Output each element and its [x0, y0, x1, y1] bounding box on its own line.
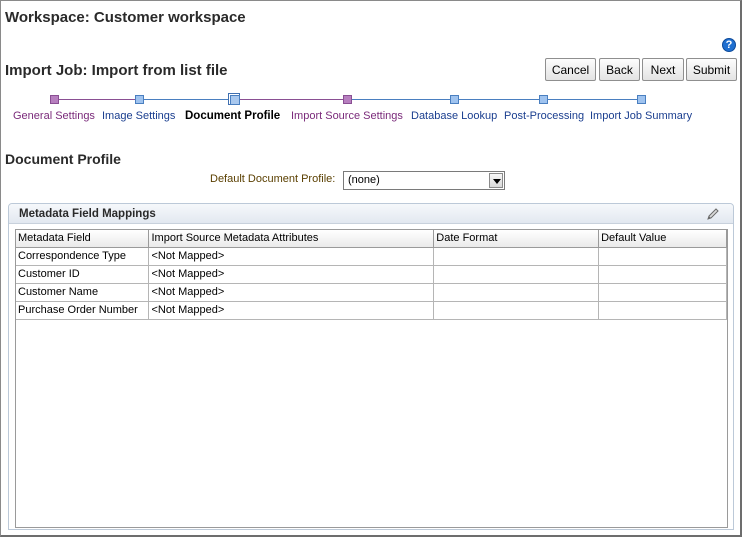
table-row[interactable]: Purchase Order Number <Not Mapped> [16, 300, 727, 320]
default-document-profile-select[interactable]: (none) [343, 171, 505, 190]
train-stop-general-settings[interactable] [50, 95, 59, 104]
edit-pencil-icon[interactable] [705, 206, 721, 222]
select-value: (none) [348, 174, 380, 186]
panel-header: Metadata Field Mappings [9, 204, 733, 224]
train-connector [240, 99, 343, 100]
submit-button[interactable]: Submit [686, 58, 737, 81]
table-row[interactable]: Customer ID <Not Mapped> [16, 264, 727, 284]
column-header-date-format[interactable]: Date Format [433, 230, 600, 248]
page-title: Import Job: Import from list file [5, 62, 228, 79]
train-stop-document-profile [228, 93, 240, 105]
train-stop-image-settings[interactable] [135, 95, 144, 104]
workspace-title: Workspace: Customer workspace [5, 9, 246, 26]
train-connector [459, 99, 539, 100]
train-label-import-job-summary[interactable]: Import Job Summary [590, 110, 692, 122]
source-attribute-cell[interactable]: <Not Mapped> [148, 264, 435, 284]
metadata-field-cell: Customer Name [16, 282, 150, 302]
train-stop-import-job-summary[interactable] [637, 95, 646, 104]
column-header-import-source-attributes[interactable]: Import Source Metadata Attributes [148, 230, 435, 248]
metadata-field-cell: Correspondence Type [16, 246, 150, 266]
column-header-metadata-field[interactable]: Metadata Field [16, 230, 150, 248]
train-stop-import-source-settings[interactable] [343, 95, 352, 104]
default-value-cell[interactable] [598, 264, 727, 284]
metadata-field-cell: Purchase Order Number [16, 300, 150, 320]
train-connector [59, 99, 139, 100]
train-connector [144, 99, 229, 100]
mappings-table: Metadata Field Import Source Metadata At… [16, 230, 727, 320]
train-label-post-processing[interactable]: Post-Processing [504, 110, 584, 122]
train-label-import-source-settings[interactable]: Import Source Settings [291, 110, 403, 122]
train-label-image-settings[interactable]: Image Settings [102, 110, 175, 122]
metadata-field-mappings-panel: Metadata Field Mappings Metadata Field I… [8, 203, 734, 530]
next-button[interactable]: Next [642, 58, 684, 81]
default-value-cell[interactable] [598, 246, 727, 266]
table-row[interactable]: Correspondence Type <Not Mapped> [16, 246, 727, 266]
default-document-profile-label: Default Document Profile: [210, 173, 336, 185]
date-format-cell[interactable] [433, 264, 600, 284]
source-attribute-cell[interactable]: <Not Mapped> [148, 246, 435, 266]
source-attribute-cell[interactable]: <Not Mapped> [148, 300, 435, 320]
dropdown-arrow-icon[interactable] [489, 173, 503, 188]
default-value-cell[interactable] [598, 300, 727, 320]
back-button[interactable]: Back [599, 58, 640, 81]
default-value-cell[interactable] [598, 282, 727, 302]
cancel-button[interactable]: Cancel [545, 58, 596, 81]
table-header-row: Metadata Field Import Source Metadata At… [16, 230, 727, 248]
metadata-field-cell: Customer ID [16, 264, 150, 284]
date-format-cell[interactable] [433, 282, 600, 302]
train-label-general-settings[interactable]: General Settings [13, 110, 95, 122]
train-stop-database-lookup[interactable] [450, 95, 459, 104]
train-label-document-profile: Document Profile [185, 110, 281, 122]
panel-title: Metadata Field Mappings [19, 208, 156, 220]
section-title: Document Profile [5, 151, 121, 167]
date-format-cell[interactable] [433, 246, 600, 266]
help-icon[interactable]: ? [722, 38, 736, 52]
wizard-train: General Settings Image Settings Document… [0, 93, 742, 123]
column-header-default-value[interactable]: Default Value [598, 230, 727, 248]
source-attribute-cell[interactable]: <Not Mapped> [148, 282, 435, 302]
mappings-table-container: Metadata Field Import Source Metadata At… [15, 229, 728, 528]
train-connector [548, 99, 637, 100]
table-row[interactable]: Customer Name <Not Mapped> [16, 282, 727, 302]
train-label-database-lookup[interactable]: Database Lookup [411, 110, 497, 122]
train-connector [352, 99, 450, 100]
train-stop-post-processing[interactable] [539, 95, 548, 104]
date-format-cell[interactable] [433, 300, 600, 320]
